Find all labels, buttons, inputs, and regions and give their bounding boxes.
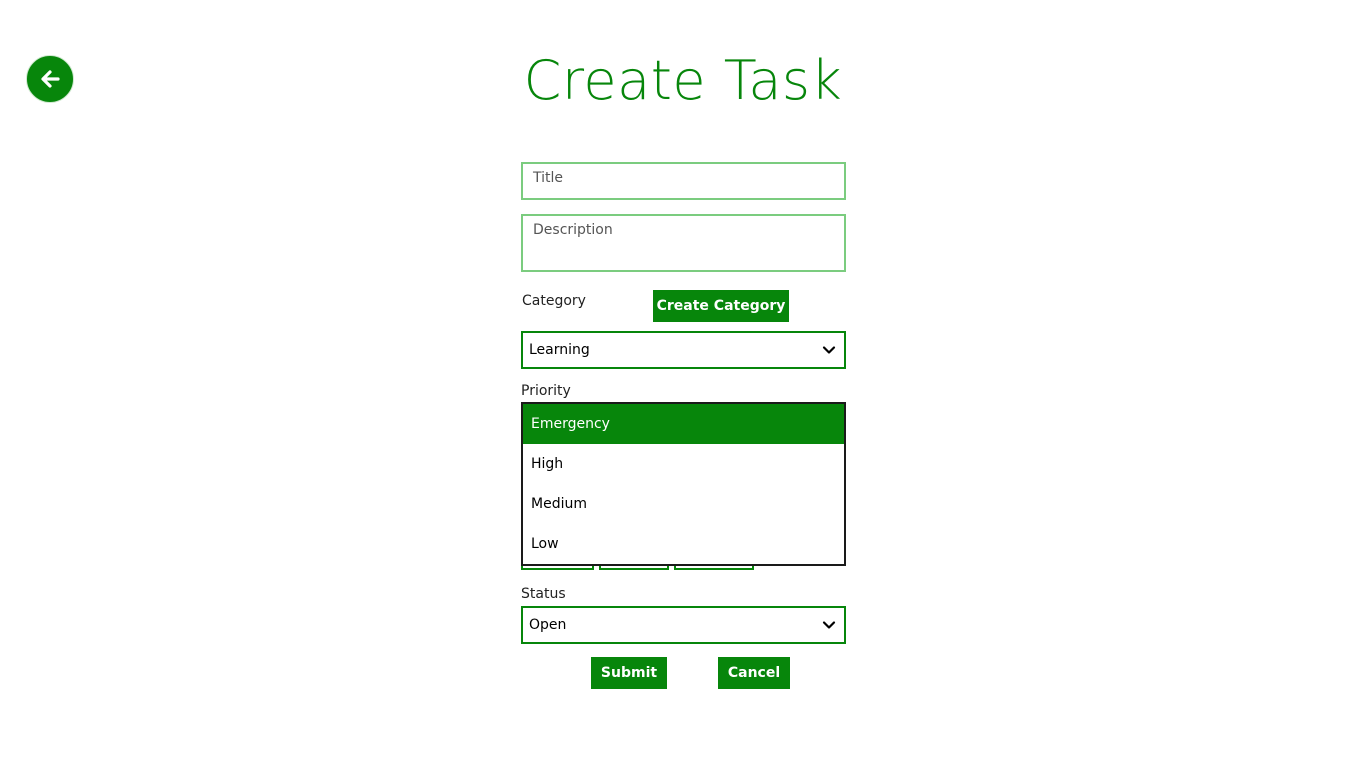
category-label: Category — [522, 293, 586, 309]
priority-label: Priority — [521, 383, 571, 399]
title-placeholder: Title — [533, 170, 564, 186]
category-select[interactable]: Learning — [521, 331, 846, 369]
status-select[interactable]: Open — [521, 606, 846, 644]
description-input[interactable]: Description — [521, 214, 846, 272]
description-placeholder: Description — [533, 222, 613, 238]
chevron-down-icon — [822, 346, 836, 354]
priority-option-medium[interactable]: Medium — [523, 484, 844, 524]
priority-option-low[interactable]: Low — [523, 524, 844, 564]
cancel-button[interactable]: Cancel — [718, 657, 790, 689]
priority-dropdown[interactable]: Emergency High Medium Low — [521, 402, 846, 566]
chevron-down-icon — [822, 621, 836, 629]
priority-option-emergency[interactable]: Emergency — [523, 404, 844, 444]
status-label: Status — [521, 586, 566, 602]
title-input[interactable]: Title — [521, 162, 846, 200]
create-category-button[interactable]: Create Category — [653, 290, 789, 322]
page-title: Create Task — [523, 49, 843, 112]
priority-option-high[interactable]: High — [523, 444, 844, 484]
category-select-value: Learning — [529, 342, 590, 358]
status-select-value: Open — [529, 617, 567, 633]
submit-button[interactable]: Submit — [591, 657, 667, 689]
